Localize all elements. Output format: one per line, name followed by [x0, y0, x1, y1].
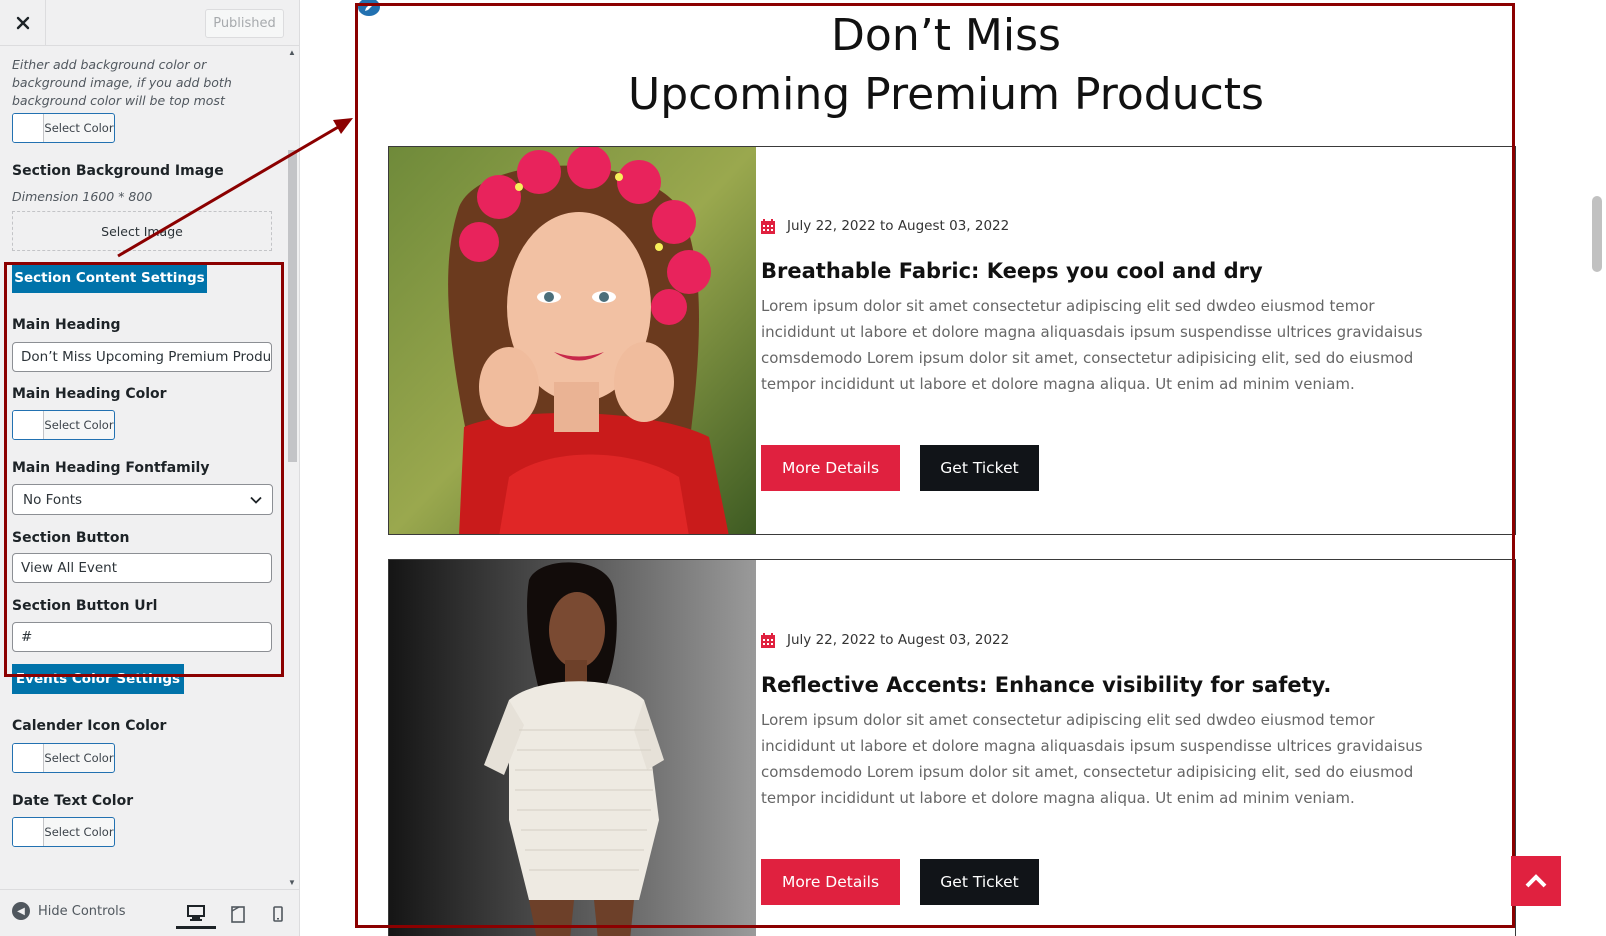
customizer-app: Published Either add background color or… [0, 0, 1606, 936]
chevron-up-icon [1525, 874, 1547, 888]
back-to-top-button[interactable] [1511, 856, 1561, 906]
annotation-arrow [117, 118, 353, 258]
page-scrollbar-thumb[interactable] [1592, 196, 1602, 272]
